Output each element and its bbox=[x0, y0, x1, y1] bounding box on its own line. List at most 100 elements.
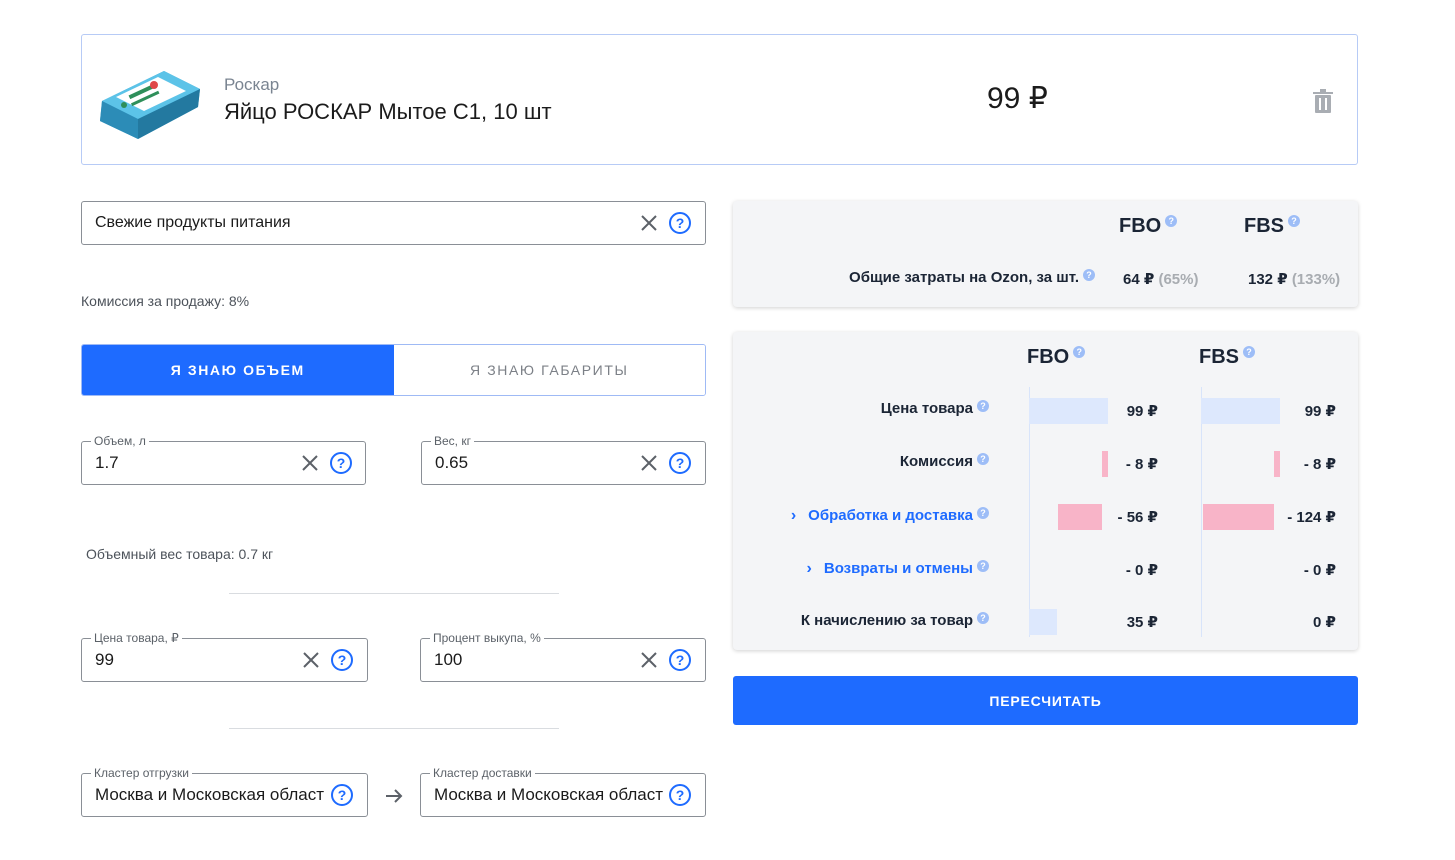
summary-fbo-value: 64 ₽ (65%) bbox=[1123, 270, 1198, 288]
row-label-returns[interactable]: › Возвраты и отмены? bbox=[807, 560, 989, 578]
svg-text:?: ? bbox=[676, 215, 685, 231]
summary-fbs-header: FBS? bbox=[1244, 215, 1300, 238]
fbs-bar-delivery bbox=[1203, 504, 1274, 530]
fbo-value-commission: - 8 ₽ bbox=[1125, 456, 1158, 473]
volume-field[interactable]: Объем, л 1.7 ? bbox=[81, 434, 366, 485]
svg-text:?: ? bbox=[676, 652, 685, 668]
help-icon[interactable]: ? bbox=[977, 400, 989, 412]
summary-fbo-label: FBO bbox=[1119, 215, 1162, 237]
fbs-value-delivery: - 124 ₽ bbox=[1287, 509, 1336, 526]
breakdown-fbo-header: FBO? bbox=[1027, 346, 1086, 369]
row-label-price: Цена товара? bbox=[881, 400, 989, 417]
fbs-value-payout: 0 ₽ bbox=[1313, 614, 1336, 631]
product-brand: Роскар bbox=[224, 75, 280, 94]
help-icon[interactable]: ? bbox=[977, 612, 989, 624]
category-field[interactable]: Свежие продукты питания ? bbox=[81, 201, 706, 245]
fbo-bar-payout bbox=[1029, 609, 1057, 635]
help-icon[interactable]: ? bbox=[977, 453, 989, 465]
summary-fbo-amount: 64 ₽ bbox=[1123, 271, 1155, 288]
price-field[interactable]: Цена товара, ₽ 99 ? bbox=[81, 631, 368, 682]
buyout-value: 100 bbox=[434, 650, 463, 669]
commission-hint: Комиссия за продажу: 8% bbox=[81, 293, 250, 309]
delivery-cluster-field[interactable]: Кластер доставки Москва и Московская обл… bbox=[420, 766, 706, 817]
row-label-text: К начислению за товар bbox=[800, 612, 973, 629]
delivery-cluster-legend: Кластер доставки bbox=[430, 766, 535, 780]
fbo-bar-commission bbox=[1102, 451, 1108, 477]
help-icon[interactable]: ? bbox=[330, 783, 354, 807]
fbo-bar-price bbox=[1029, 398, 1108, 424]
help-icon[interactable]: ? bbox=[977, 560, 989, 572]
weight-legend: Вес, кг bbox=[431, 434, 474, 448]
category-value: Свежие продукты питания bbox=[95, 214, 291, 231]
trash-icon[interactable] bbox=[1312, 89, 1334, 113]
row-label-commission: Комиссия? bbox=[900, 453, 989, 470]
fbo-bar-delivery bbox=[1058, 504, 1102, 530]
row-label-text[interactable]: Обработка и доставка bbox=[808, 507, 973, 524]
fbs-value-price: 99 ₽ bbox=[1304, 403, 1336, 420]
weight-field[interactable]: Вес, кг 0.65 ? bbox=[421, 434, 706, 485]
help-icon[interactable]: ? bbox=[977, 507, 989, 519]
fbo-value-delivery: - 56 ₽ bbox=[1117, 509, 1158, 526]
delivery-cluster-value: Москва и Московская область bbox=[434, 785, 664, 804]
help-icon[interactable]: ? bbox=[668, 451, 692, 475]
know-volume-option[interactable]: Я ЗНАЮ ОБЪЕМ bbox=[82, 345, 394, 395]
divider bbox=[229, 593, 559, 594]
fbo-value-payout: 35 ₽ bbox=[1126, 614, 1158, 631]
row-label-delivery[interactable]: › Обработка и доставка? bbox=[791, 507, 989, 525]
fbs-value-commission: - 8 ₽ bbox=[1303, 456, 1336, 473]
fbs-axis bbox=[1201, 387, 1202, 637]
summary-fbo-percent: (65%) bbox=[1158, 271, 1199, 288]
summary-fbs-amount: 132 ₽ bbox=[1248, 271, 1288, 288]
arrow-right-icon bbox=[386, 789, 403, 803]
help-icon[interactable]: ? bbox=[1083, 269, 1095, 281]
recalculate-button[interactable]: ПЕРЕСЧИТАТЬ bbox=[733, 676, 1358, 725]
product-price: 99 ₽ bbox=[987, 82, 1048, 115]
help-icon[interactable]: ? bbox=[1073, 346, 1086, 358]
ship-cluster-field[interactable]: Кластер отгрузки Москва и Московская обл… bbox=[81, 766, 368, 817]
know-dimensions-option[interactable]: Я ЗНАЮ ГАБАРИТЫ bbox=[393, 345, 705, 395]
svg-text:?: ? bbox=[676, 787, 685, 803]
clear-icon[interactable] bbox=[639, 213, 659, 233]
help-icon[interactable]: ? bbox=[1243, 346, 1255, 358]
svg-text:?: ? bbox=[337, 455, 346, 471]
help-icon[interactable]: ? bbox=[1288, 215, 1300, 227]
help-icon[interactable]: ? bbox=[330, 648, 354, 672]
svg-text:?: ? bbox=[676, 455, 685, 471]
summary-fbs-percent: (133%) bbox=[1291, 271, 1341, 288]
summary-row-label: Общие затраты на Ozon, за шт.? bbox=[849, 269, 1095, 286]
clear-icon[interactable] bbox=[639, 650, 659, 670]
help-icon[interactable]: ? bbox=[329, 451, 353, 475]
breakdown-fbs-label: FBS bbox=[1199, 346, 1239, 368]
summary-row-text: Общие затраты на Ozon, за шт. bbox=[849, 269, 1079, 286]
price-legend: Цена товара, ₽ bbox=[91, 631, 182, 645]
fbs-bar-commission bbox=[1274, 451, 1280, 477]
chevron-right-icon[interactable]: › bbox=[791, 507, 796, 525]
chevron-right-icon[interactable]: › bbox=[807, 560, 812, 578]
row-label-text[interactable]: Возвраты и отмены bbox=[824, 560, 973, 577]
buyout-field[interactable]: Процент выкупа, % 100 ? bbox=[420, 631, 706, 682]
summary-panel: FBO? FBS? Общие затраты на Ozon, за шт.?… bbox=[733, 201, 1358, 307]
clear-icon[interactable] bbox=[300, 453, 320, 473]
mode-toggle: Я ЗНАЮ ОБЪЕМ Я ЗНАЮ ГАБАРИТЫ bbox=[81, 344, 706, 396]
help-icon[interactable]: ? bbox=[668, 211, 692, 235]
row-label-text: Цена товара bbox=[880, 400, 973, 417]
breakdown-fbs-header: FBS? bbox=[1199, 346, 1255, 369]
summary-fbo-header: FBO? bbox=[1119, 215, 1178, 238]
clear-icon[interactable] bbox=[639, 453, 659, 473]
clear-icon[interactable] bbox=[301, 650, 321, 670]
row-label-text: Комиссия bbox=[899, 453, 973, 470]
price-value: 99 bbox=[95, 650, 114, 669]
product-image bbox=[100, 71, 200, 139]
fbs-value-returns: - 0 ₽ bbox=[1303, 562, 1336, 579]
divider bbox=[229, 728, 559, 729]
svg-text:?: ? bbox=[338, 652, 347, 668]
row-label-payout: К начислению за товар? bbox=[801, 612, 989, 629]
help-icon[interactable]: ? bbox=[668, 783, 692, 807]
help-icon[interactable]: ? bbox=[668, 648, 692, 672]
product-card: Роскар Яйцо РОСКАР Мытое С1, 10 шт 99 ₽ bbox=[81, 34, 1358, 165]
fbo-value-returns: - 0 ₽ bbox=[1125, 562, 1158, 579]
help-icon[interactable]: ? bbox=[1165, 215, 1178, 227]
volume-legend: Объем, л bbox=[91, 434, 149, 448]
summary-fbs-value: 132 ₽ (133%) bbox=[1248, 270, 1340, 288]
summary-fbs-label: FBS bbox=[1244, 215, 1284, 237]
